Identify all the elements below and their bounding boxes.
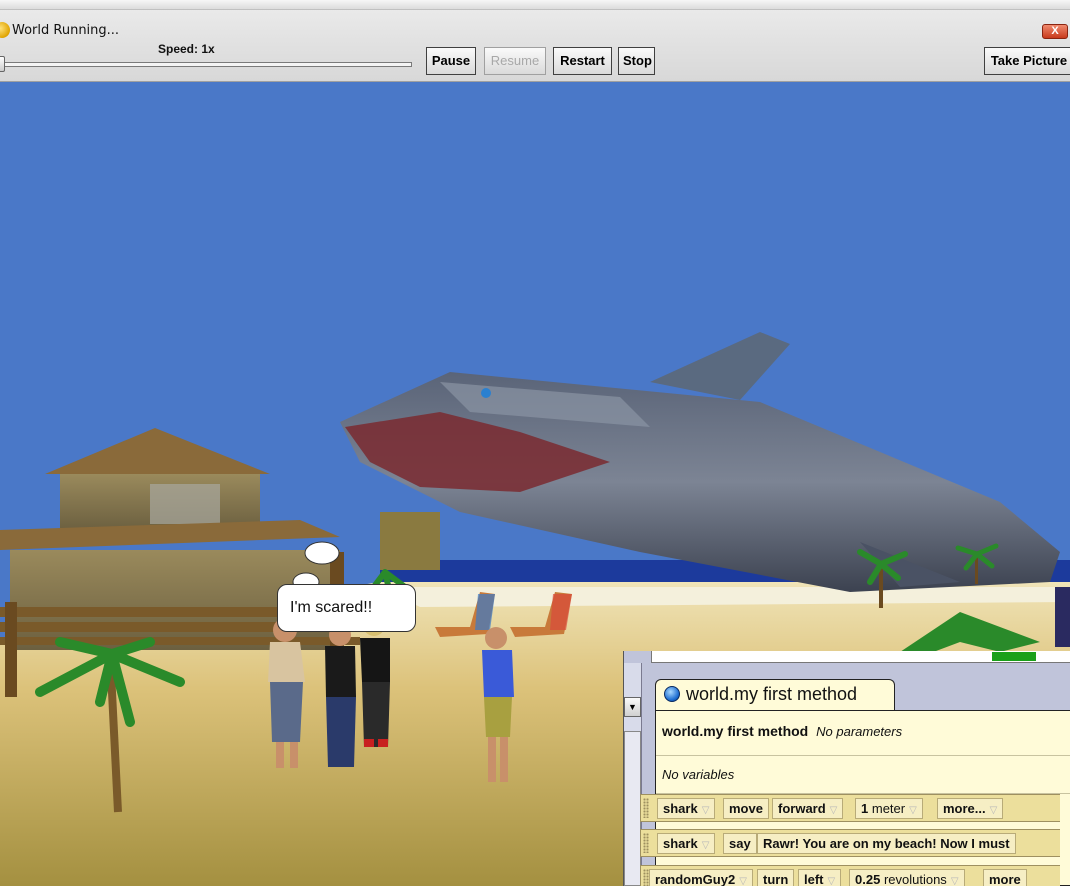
- window-top-edge: [0, 0, 1070, 10]
- direction-tile[interactable]: forward ▽: [772, 798, 844, 819]
- method-name: world.my first method: [662, 723, 809, 739]
- drag-handle-icon[interactable]: [643, 798, 649, 818]
- more-tile[interactable]: more... ▽: [937, 798, 1004, 819]
- method-header: world.my first method No parameters: [662, 723, 902, 739]
- method-tab[interactable]: world.my first method: [655, 679, 895, 711]
- more-tile[interactable]: more: [983, 869, 1027, 886]
- take-picture-button[interactable]: Take Picture: [984, 47, 1070, 75]
- object-tile[interactable]: shark ▽: [657, 798, 716, 819]
- statement-shark-move[interactable]: shark ▽ move forward ▽ 1 meter ▽ more... ▽: [640, 794, 1060, 822]
- green-indicator: [992, 652, 1036, 661]
- say-text-tile[interactable]: Rawr! You are on my beach! Now I must: [757, 833, 1016, 854]
- window-title: World Running...: [12, 23, 120, 38]
- resume-button[interactable]: Resume: [484, 47, 546, 75]
- close-button[interactable]: X: [1042, 24, 1068, 39]
- drag-handle-icon[interactable]: [643, 833, 649, 853]
- method-variables: No variables: [662, 767, 735, 782]
- amount-tile[interactable]: 0.25 revolutions ▽: [849, 869, 965, 886]
- speed-label: Speed: 1x: [158, 42, 215, 56]
- world-running-toolbar: World Running... X Speed: 1x Pause Resum…: [0, 0, 1070, 82]
- scroll-down-arrow-icon[interactable]: ▼: [624, 697, 641, 717]
- stop-button[interactable]: Stop: [618, 47, 655, 75]
- amount-tile[interactable]: 1 meter ▽: [855, 798, 923, 819]
- dropdown-arrow-icon[interactable]: ▽: [702, 840, 710, 851]
- dropdown-arrow-icon[interactable]: ▽: [828, 876, 836, 886]
- events-strip: [651, 651, 1070, 663]
- dropdown-arrow-icon[interactable]: ▽: [702, 805, 710, 816]
- object-tile[interactable]: shark ▽: [657, 833, 716, 854]
- dropdown-arrow-icon[interactable]: ▽: [951, 876, 959, 886]
- verb-tile: turn: [757, 869, 795, 886]
- verb-tile: say: [723, 833, 757, 854]
- alice-app-icon: [0, 22, 10, 38]
- method-parameters: No parameters: [816, 724, 903, 739]
- statement-randomguy-turn[interactable]: randomGuy2 ▽ turn left ▽ 0.25 revolutions ▽…: [640, 865, 1060, 886]
- world-globe-icon: [664, 686, 680, 702]
- method-tab-label: world.my first method: [686, 684, 858, 704]
- pause-button[interactable]: Pause: [426, 47, 476, 75]
- verb-tile: move: [723, 798, 769, 819]
- speed-slider-thumb[interactable]: [0, 56, 5, 72]
- dropdown-arrow-icon[interactable]: ▽: [739, 876, 747, 886]
- statement-shark-say[interactable]: shark ▽ say Rawr! You are on my beach! No…: [640, 829, 1060, 857]
- person-far-right: [1055, 587, 1070, 647]
- speech-bubble: I'm scared!!: [277, 584, 416, 632]
- header-divider: [656, 755, 1070, 756]
- dropdown-arrow-icon[interactable]: ▽: [909, 805, 917, 816]
- editor-side-scrollbar[interactable]: [624, 731, 641, 886]
- method-editor-panel: ▼ world.my first method world.my first m…: [623, 651, 1070, 886]
- speed-slider[interactable]: [0, 62, 412, 67]
- direction-tile[interactable]: left ▽: [798, 869, 842, 886]
- speech-text: I'm scared!!: [290, 599, 373, 616]
- dropdown-arrow-icon[interactable]: ▽: [990, 805, 998, 816]
- object-tile[interactable]: randomGuy2 ▽: [649, 869, 753, 886]
- dropdown-arrow-icon[interactable]: ▽: [830, 805, 838, 816]
- restart-button[interactable]: Restart: [553, 47, 612, 75]
